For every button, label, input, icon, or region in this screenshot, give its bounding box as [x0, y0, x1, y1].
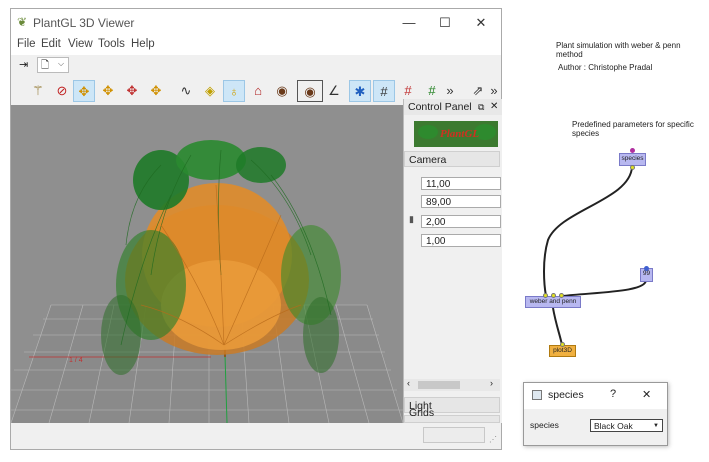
species-select[interactable]: Black Oak ▼	[590, 419, 663, 432]
species-field-label: species	[530, 420, 559, 430]
species-select-value: Black Oak	[594, 421, 633, 431]
link-species-weber	[543, 166, 633, 297]
dialog-title: species	[548, 389, 584, 401]
value-node-port[interactable]	[644, 266, 649, 271]
value-node-label: 99	[642, 270, 651, 277]
dialog-close-button[interactable]: ✕	[642, 388, 651, 401]
plot3d-node-label: plot3D	[553, 347, 572, 354]
chevron-down-icon: ▼	[653, 423, 659, 429]
weber-penn-node-label: weber and penn	[529, 298, 577, 305]
help-button[interactable]: ?	[610, 388, 616, 400]
dialog-icon	[532, 390, 542, 400]
species-dialog: species ? ✕ species Black Oak ▼	[523, 382, 668, 446]
link-value-weber	[561, 279, 647, 297]
link-weber-plot	[552, 307, 563, 346]
weber-input-1[interactable]	[543, 293, 548, 298]
species-node-output[interactable]	[630, 165, 635, 170]
species-node-port[interactable]	[630, 148, 635, 153]
species-node-label: species	[621, 155, 644, 162]
plot3d-input[interactable]	[560, 342, 565, 347]
weber-input-2[interactable]	[551, 293, 556, 298]
dialog-body: species Black Oak ▼	[524, 409, 667, 445]
weber-input-3[interactable]	[559, 293, 564, 298]
